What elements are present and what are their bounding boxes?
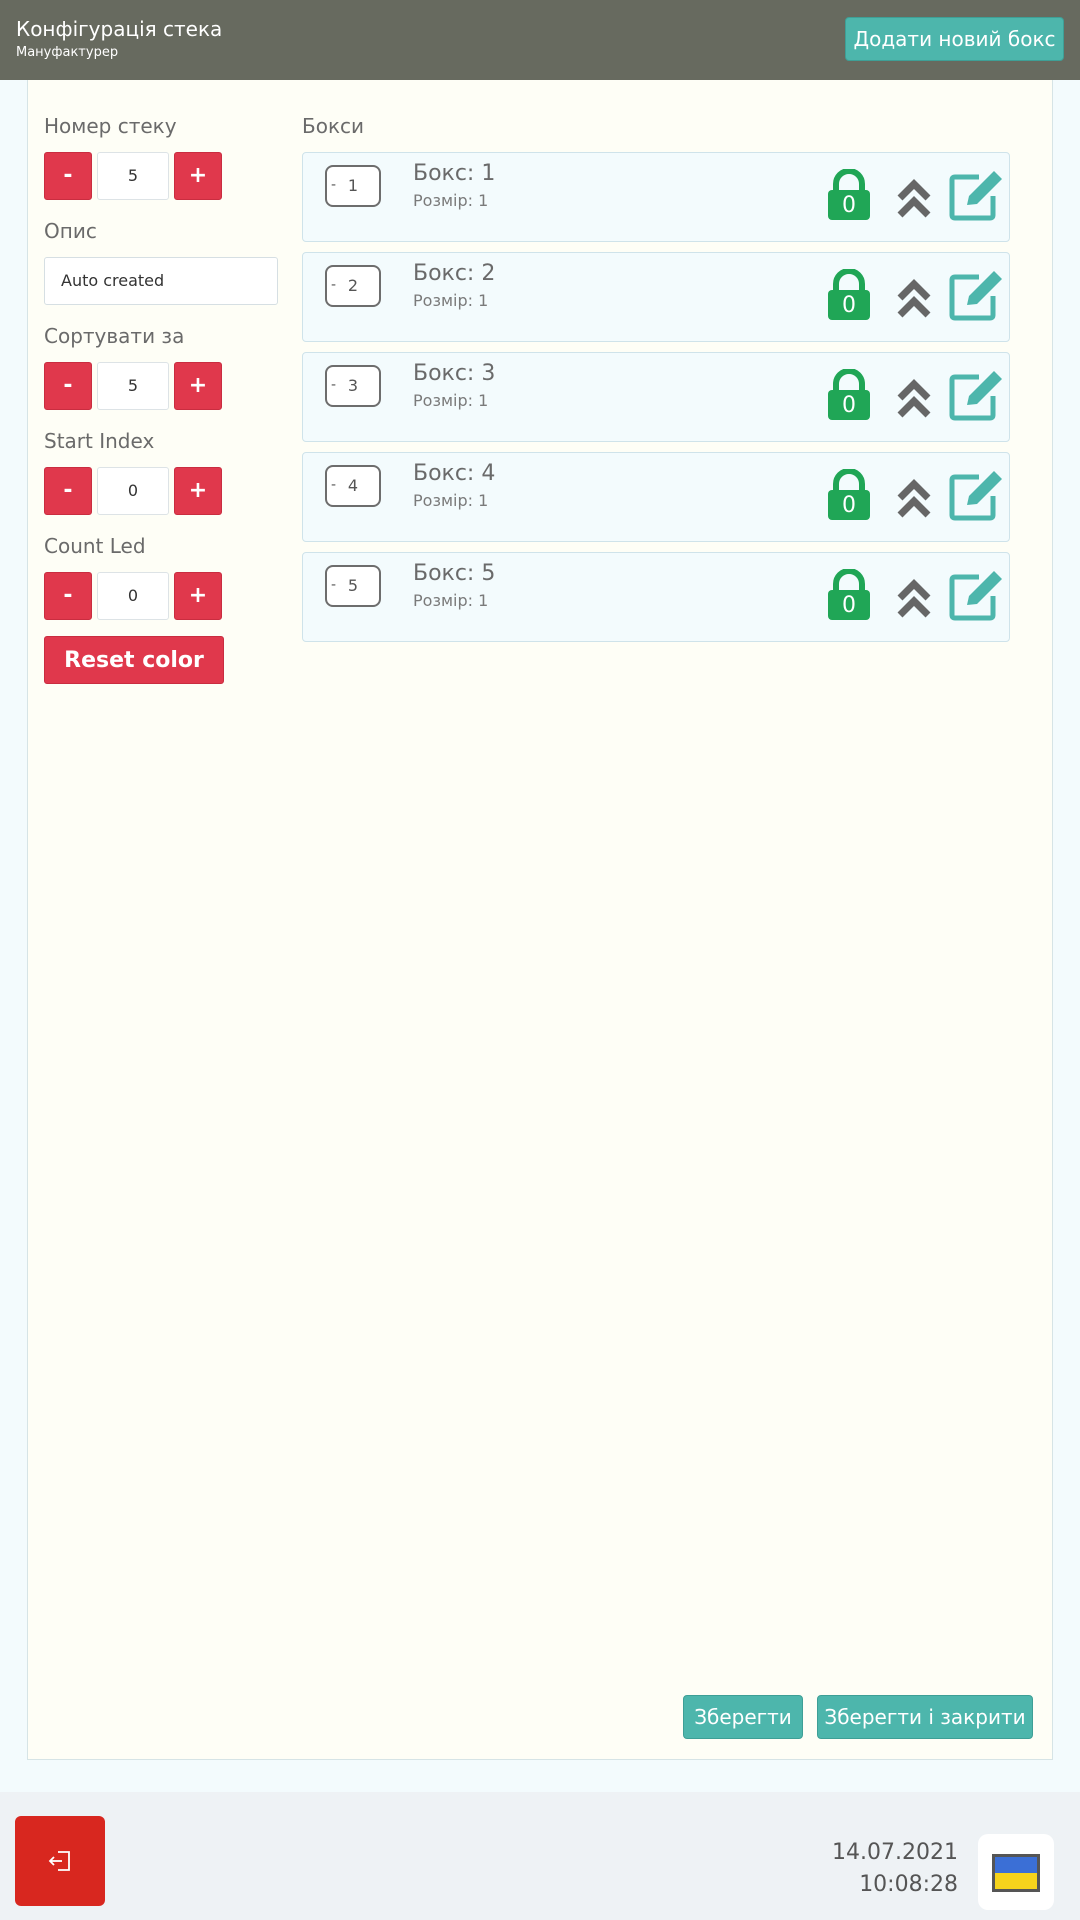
chevron-double-up-icon[interactable] (897, 379, 931, 419)
description-input[interactable]: Auto created (44, 257, 278, 305)
box-card[interactable]: - 5 Бокс: 5 Розмір: 1 0 (302, 552, 1010, 642)
save-and-close-button[interactable]: Зберегти і закрити (817, 1695, 1033, 1739)
stack-number-decrement-button[interactable]: - (44, 152, 92, 200)
box-name: Бокс: 4 (413, 461, 496, 486)
box-size: Розмір: 1 (413, 591, 489, 610)
start-index-stepper: - 0 + (44, 467, 222, 515)
lock-count: 0 (842, 193, 856, 218)
app-footer: 14.07.2021 10:08:28 (0, 1792, 1080, 1920)
chevron-double-up-icon[interactable] (897, 179, 931, 219)
stack-number-input[interactable]: 5 (97, 152, 169, 200)
count-led-stepper: - 0 + (44, 572, 222, 620)
lock-icon[interactable]: 0 (827, 368, 871, 421)
start-index-increment-button[interactable]: + (174, 467, 222, 515)
logout-button[interactable] (15, 1816, 105, 1906)
box-name: Бокс: 1 (413, 161, 496, 186)
reset-color-button[interactable]: Reset color (44, 636, 224, 684)
box-number-field[interactable]: - 3 (325, 365, 381, 407)
box-name: Бокс: 5 (413, 561, 496, 586)
count-led-increment-button[interactable]: + (174, 572, 222, 620)
count-led-decrement-button[interactable]: - (44, 572, 92, 620)
lock-icon[interactable]: 0 (827, 168, 871, 221)
box-size: Розмір: 1 (413, 191, 489, 210)
box-number-field[interactable]: - 5 (325, 565, 381, 607)
box-card[interactable]: - 2 Бокс: 2 Розмір: 1 0 (302, 252, 1010, 342)
lock-icon[interactable]: 0 (827, 268, 871, 321)
page-title: Конфігурація стека (16, 17, 223, 41)
sort-stepper: - 5 + (44, 362, 222, 410)
page-subtitle: Мануфактурер (16, 45, 119, 60)
count-led-input[interactable]: 0 (97, 572, 169, 620)
box-number-value: 1 (347, 176, 359, 195)
lock-count: 0 (842, 493, 856, 518)
count-led-label: Count Led (44, 534, 146, 558)
box-name: Бокс: 3 (413, 361, 496, 386)
ukraine-flag-icon (992, 1854, 1040, 1892)
edit-icon[interactable] (949, 269, 1005, 321)
box-number-field[interactable]: - 4 (325, 465, 381, 507)
box-number-field[interactable]: - 1 (325, 165, 381, 207)
box-size: Розмір: 1 (413, 291, 489, 310)
footer-time: 10:08:28 (859, 1872, 958, 1897)
lock-icon[interactable]: 0 (827, 568, 871, 621)
add-box-button[interactable]: Додати новий бокс (845, 17, 1064, 61)
stack-number-stepper: - 5 + (44, 152, 222, 200)
stack-number-increment-button[interactable]: + (174, 152, 222, 200)
description-label: Опис (44, 219, 97, 243)
logout-icon (48, 1851, 70, 1871)
lock-count: 0 (842, 393, 856, 418)
lock-count: 0 (842, 293, 856, 318)
edit-icon[interactable] (949, 369, 1005, 421)
start-index-input[interactable]: 0 (97, 467, 169, 515)
sort-decrement-button[interactable]: - (44, 362, 92, 410)
sort-increment-button[interactable]: + (174, 362, 222, 410)
chevron-double-up-icon[interactable] (897, 579, 931, 619)
footer-date: 14.07.2021 (832, 1840, 958, 1865)
box-name: Бокс: 2 (413, 261, 496, 286)
edit-icon[interactable] (949, 169, 1005, 221)
lock-icon[interactable]: 0 (827, 468, 871, 521)
boxes-title: Бокси (302, 114, 365, 138)
stack-number-label: Номер стеку (44, 114, 177, 138)
box-number-value: 5 (347, 576, 359, 595)
lock-count: 0 (842, 593, 856, 618)
box-number-value: 2 (347, 276, 359, 295)
language-selector[interactable] (978, 1834, 1054, 1910)
box-number-value: 4 (347, 476, 359, 495)
chevron-double-up-icon[interactable] (897, 479, 931, 519)
sort-label: Сортувати за (44, 324, 185, 348)
chevron-double-up-icon[interactable] (897, 279, 931, 319)
stack-config-panel: Номер стеку - 5 + Опис Auto created Сорт… (27, 80, 1053, 1760)
start-index-label: Start Index (44, 429, 155, 453)
box-card[interactable]: - 4 Бокс: 4 Розмір: 1 0 (302, 452, 1010, 542)
edit-icon[interactable] (949, 569, 1005, 621)
app-header: Конфігурація стека Мануфактурер Додати н… (0, 0, 1080, 80)
start-index-decrement-button[interactable]: - (44, 467, 92, 515)
save-button[interactable]: Зберегти (683, 1695, 803, 1739)
box-size: Розмір: 1 (413, 491, 489, 510)
edit-icon[interactable] (949, 469, 1005, 521)
box-size: Розмір: 1 (413, 391, 489, 410)
box-number-value: 3 (347, 376, 359, 395)
sort-input[interactable]: 5 (97, 362, 169, 410)
box-number-field[interactable]: - 2 (325, 265, 381, 307)
box-card[interactable]: - 1 Бокс: 1 Розмір: 1 0 (302, 152, 1010, 242)
box-card[interactable]: - 3 Бокс: 3 Розмір: 1 0 (302, 352, 1010, 442)
